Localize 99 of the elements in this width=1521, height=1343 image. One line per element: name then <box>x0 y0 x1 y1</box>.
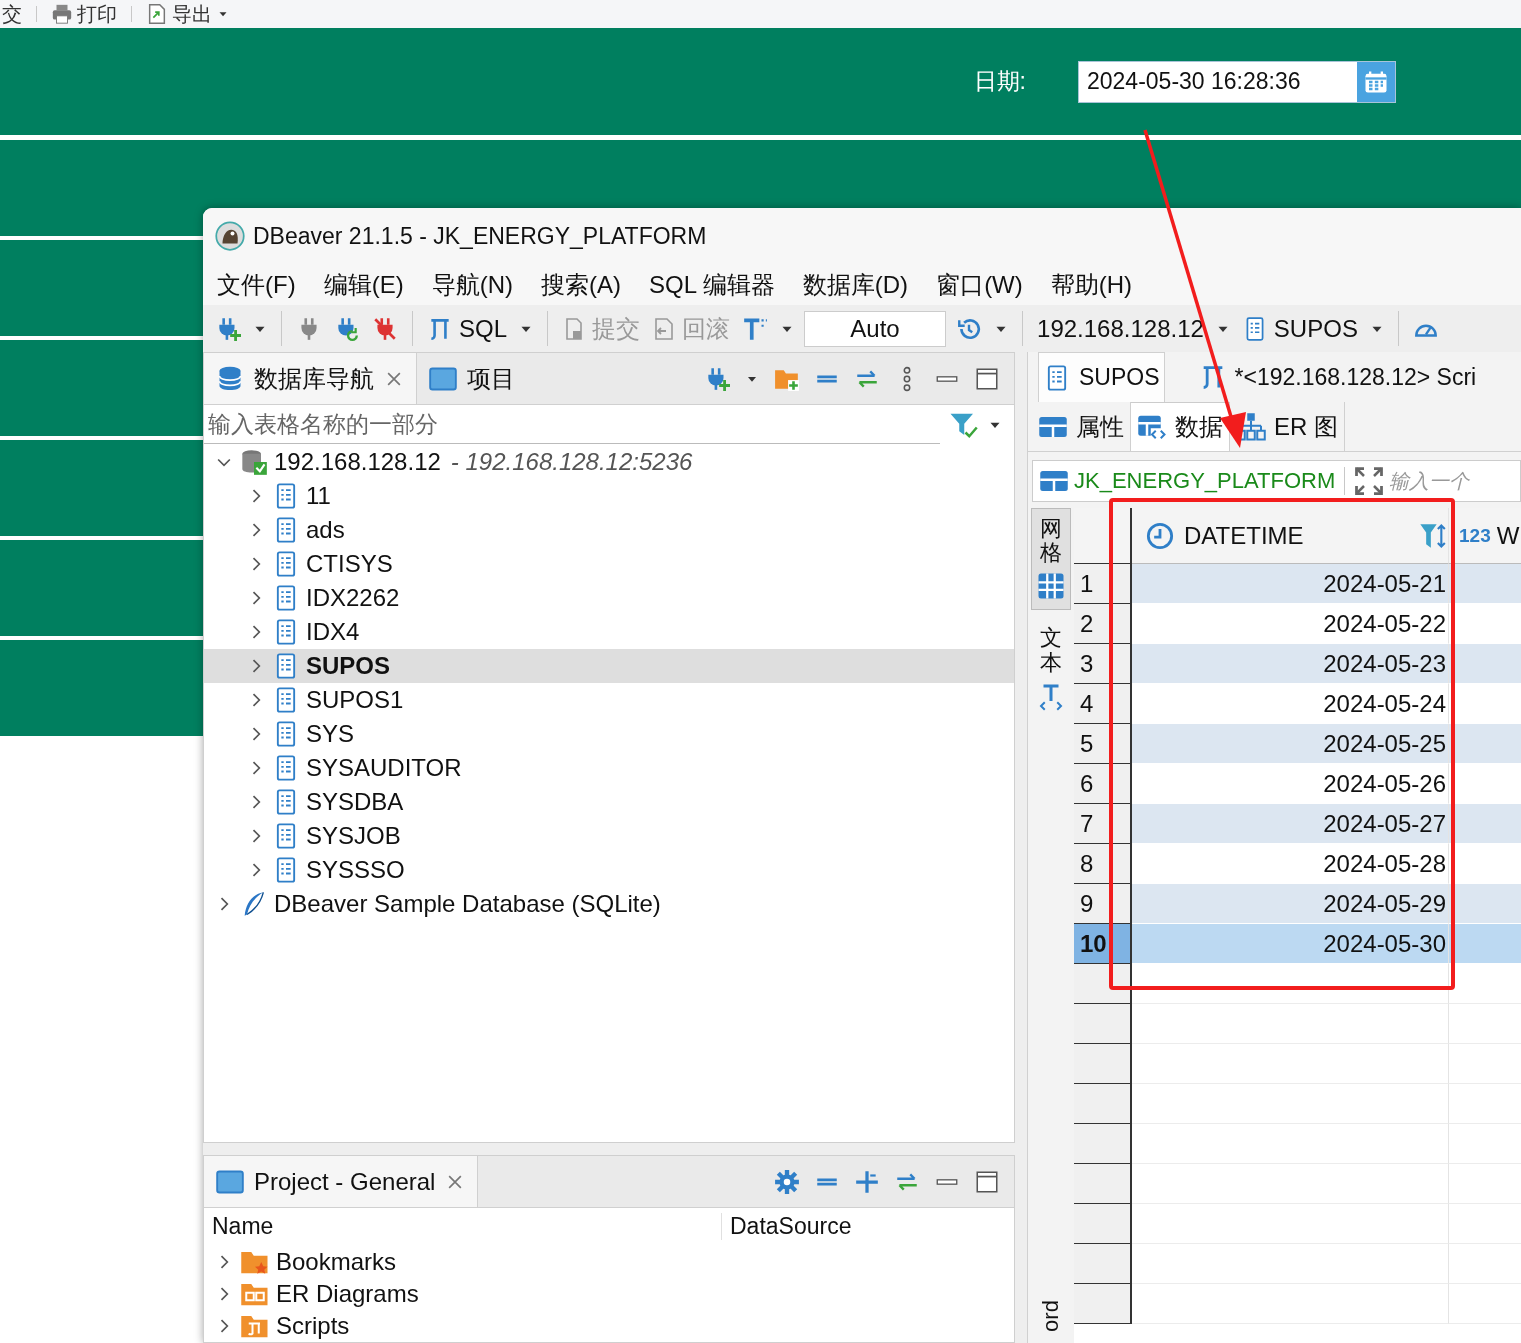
expand-icon[interactable] <box>1354 466 1385 496</box>
row-number[interactable]: 9 <box>1074 884 1132 924</box>
tree-item[interactable]: ER Diagrams <box>276 1279 419 1308</box>
clock-icon <box>1146 521 1174 550</box>
maximize-icon[interactable] <box>974 365 1000 392</box>
row-number-cell <box>1074 1204 1132 1244</box>
row-number[interactable]: 8 <box>1074 844 1132 884</box>
calendar-button[interactable] <box>1357 61 1395 102</box>
row-number-cell <box>1074 1284 1132 1324</box>
view-mode-tab[interactable]: 网格 <box>1031 508 1071 611</box>
menu-item[interactable]: SQL 编辑器 <box>649 268 775 301</box>
export-icon[interactable] <box>146 3 168 25</box>
menu-item[interactable]: 文件(F) <box>217 268 296 301</box>
menu-item[interactable]: 搜索(A) <box>541 268 621 301</box>
row-number[interactable]: 6 <box>1074 764 1132 804</box>
editor-tab[interactable]: *<192.168.128.12> Scri <box>1194 352 1481 402</box>
table-cell[interactable] <box>1449 564 1521 604</box>
database-icon <box>240 448 268 476</box>
text-format-icon <box>742 315 769 342</box>
row-number-cell <box>1074 1084 1132 1124</box>
toolbar-link[interactable]: 交 <box>2 0 22 28</box>
tree-label: 192.168.128.12 <box>274 448 441 475</box>
row-number[interactable]: 2 <box>1074 604 1132 644</box>
menu-item[interactable]: 导航(N) <box>431 268 513 301</box>
editor-tab[interactable]: SUPOS <box>1038 352 1165 402</box>
table-cell[interactable] <box>1449 644 1521 684</box>
tree-item[interactable]: SUPOS <box>306 652 391 680</box>
tree-item[interactable]: SYSDBA <box>306 788 404 816</box>
table-cell[interactable]: 2024-05-29 <box>1132 884 1449 924</box>
view-mode-tab[interactable]: 文本 <box>1031 618 1071 719</box>
row-number-cell <box>1074 1164 1132 1204</box>
gear-icon[interactable] <box>774 1168 800 1195</box>
sql-editor-button[interactable]: SQL <box>425 314 510 343</box>
row-number-cell <box>1074 1244 1132 1284</box>
plug-crossed-icon <box>372 315 398 342</box>
menu-item[interactable]: 窗口(W) <box>936 268 1023 301</box>
tree-item[interactable]: SYSJOB <box>306 822 401 850</box>
tree-item[interactable]: IDX2262 <box>306 584 400 612</box>
table-cell[interactable]: 2024-05-27 <box>1132 804 1449 844</box>
row-number[interactable]: 7 <box>1074 804 1132 844</box>
filter-sort-icon[interactable] <box>1418 521 1446 550</box>
type-label: 123 <box>1459 524 1491 547</box>
row-number[interactable]: 10 <box>1074 924 1132 964</box>
tree-item[interactable]: ads <box>306 516 345 544</box>
row-number[interactable]: 5 <box>1074 724 1132 764</box>
column-name: W <box>1496 521 1520 550</box>
panel-tab[interactable]: Project - General <box>204 1156 479 1207</box>
tree-item[interactable]: SYSAUDITOR <box>306 754 462 782</box>
column-header: Name <box>204 1213 722 1241</box>
tree-item[interactable]: SUPOS1 <box>306 686 404 714</box>
table-cell[interactable] <box>1449 924 1521 964</box>
column-header: DataSource <box>729 1213 852 1241</box>
tree-item[interactable]: CTISYS <box>306 550 393 578</box>
menu-item[interactable]: 数据库(D) <box>802 268 909 301</box>
panel-tab[interactable]: 数据库导航 <box>204 353 417 404</box>
plus-icon[interactable] <box>854 1168 880 1195</box>
date-field[interactable]: 2024-05-30 16:28:36 <box>1078 60 1396 103</box>
table-cell[interactable]: 2024-05-23 <box>1132 644 1449 684</box>
table-cell[interactable]: 2024-05-21 <box>1132 564 1449 604</box>
column-name: DATETIME <box>1184 521 1304 550</box>
connection-selector[interactable]: 192.168.128.12 <box>1035 314 1206 343</box>
panel-tab[interactable]: 项目 <box>417 353 527 404</box>
tree-item[interactable]: 11 <box>306 482 331 510</box>
tree-label: DBeaver Sample Database (SQLite) <box>274 890 661 917</box>
tree-item[interactable]: SYSSSO <box>306 856 405 884</box>
editor-subtab[interactable]: 数据 <box>1131 402 1230 451</box>
app-icon <box>215 221 245 251</box>
tree-item[interactable]: SYS <box>306 720 355 748</box>
schema-selector[interactable]: SUPOS <box>1239 314 1360 343</box>
table-cell[interactable]: 2024-05-25 <box>1132 724 1449 764</box>
maximize-icon[interactable] <box>974 1168 1000 1195</box>
menu-item[interactable]: 帮助(H) <box>1050 268 1133 301</box>
row-number[interactable]: 3 <box>1074 644 1132 684</box>
row-number-cell <box>1074 964 1132 1004</box>
date-label: 日期: <box>973 67 1026 96</box>
tree-item[interactable]: Bookmarks <box>276 1247 397 1276</box>
row-number-cell <box>1074 1124 1132 1164</box>
table-cell[interactable]: 2024-05-30 <box>1132 924 1449 964</box>
grid-icon <box>1036 571 1066 602</box>
toolbar-link[interactable]: 导出 <box>172 0 212 28</box>
row-number-cell <box>1074 1044 1132 1084</box>
connection-address: - 192.168.128.12:5236 <box>450 448 693 475</box>
table-cell[interactable] <box>1449 724 1521 764</box>
window-title: DBeaver 21.1.5 - JK_ENERGY_PLATFORM <box>253 222 707 250</box>
row-number[interactable]: 1 <box>1074 564 1132 604</box>
table-name[interactable]: JK_ENERGY_PLATFORM <box>1074 468 1336 494</box>
table-cell[interactable] <box>1449 804 1521 844</box>
editor-subtab[interactable]: 属性 <box>1032 402 1131 451</box>
tree-item[interactable]: IDX4 <box>306 618 360 646</box>
tree-item[interactable]: Scripts <box>276 1311 350 1340</box>
database-icon <box>216 364 244 393</box>
printer-icon[interactable] <box>51 3 73 25</box>
row-number-cell <box>1074 1004 1132 1044</box>
record-tab[interactable]: ord <box>1038 1300 1064 1332</box>
transaction-mode-field[interactable]: Auto <box>804 310 947 347</box>
menu-item[interactable]: 编辑(E) <box>323 268 404 301</box>
table-cell[interactable] <box>1449 884 1521 924</box>
row-number[interactable]: 4 <box>1074 684 1132 724</box>
toolbar-link[interactable]: 打印 <box>77 0 117 28</box>
